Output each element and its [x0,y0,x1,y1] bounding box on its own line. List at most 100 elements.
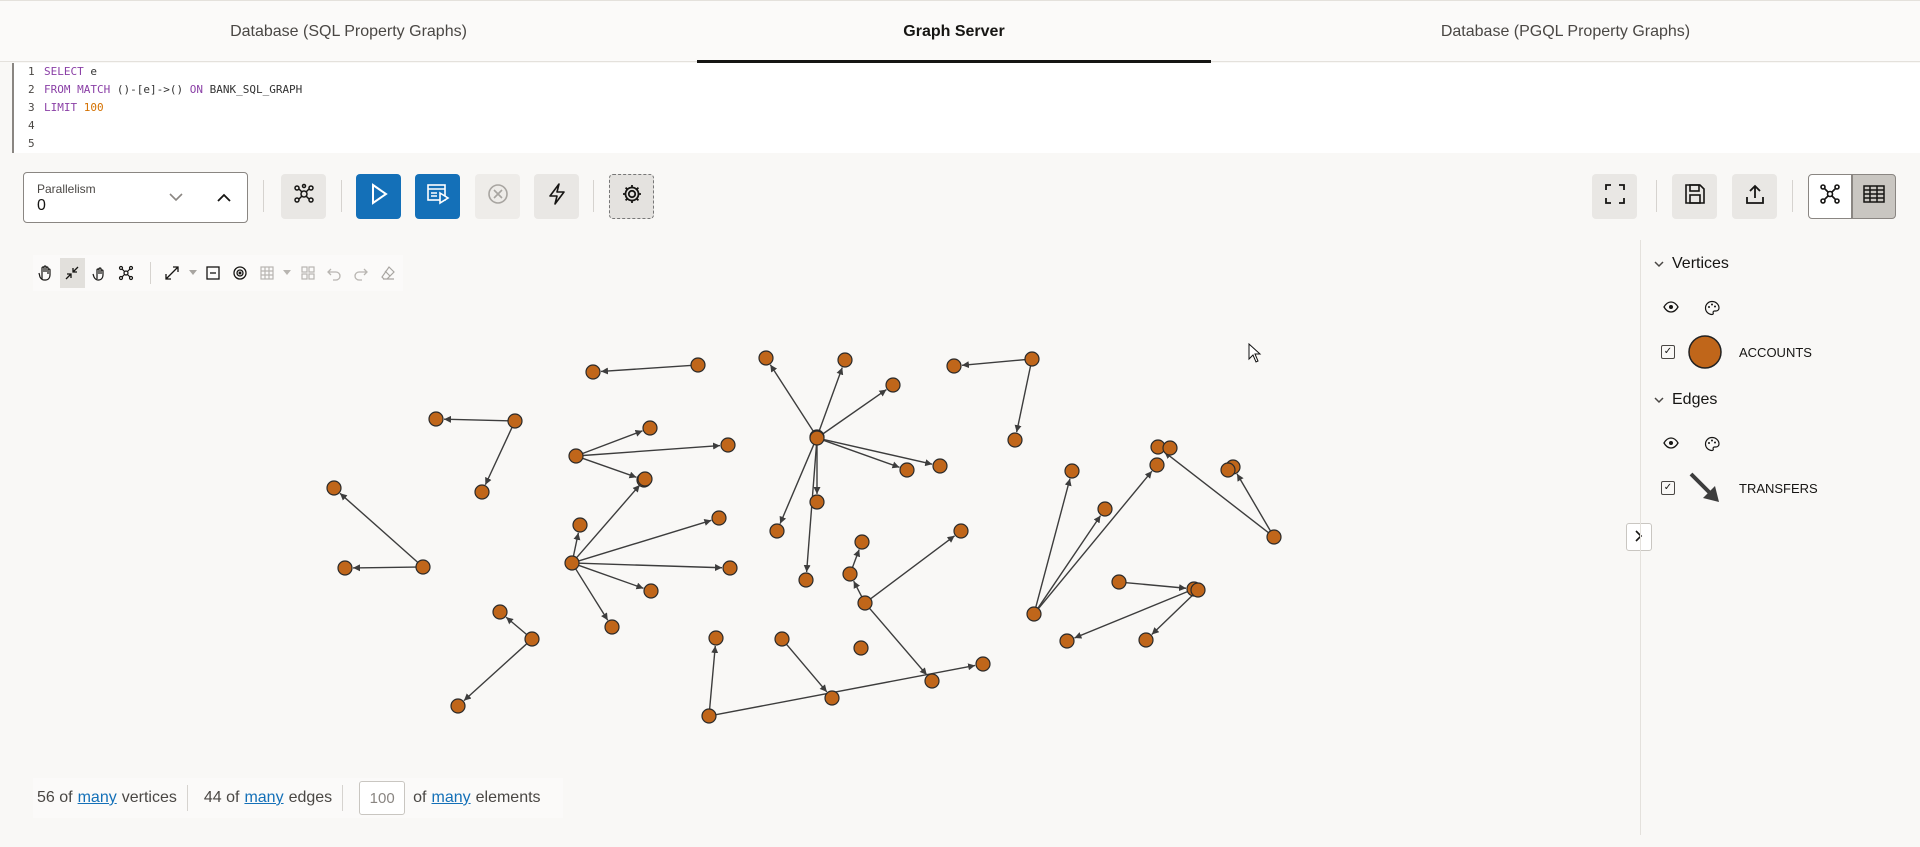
graph-edge[interactable] [572,532,581,557]
graph-vertex[interactable] [1024,351,1040,367]
graph-edge[interactable] [715,663,976,716]
edge-legend-swatch[interactable] [1685,468,1725,508]
graph-vertex[interactable] [769,523,785,539]
run-script-button[interactable] [415,174,460,219]
palette-icon[interactable] [1704,436,1720,457]
vertices-section-header[interactable]: Vertices [1654,255,1729,273]
graph-edge[interactable] [1014,365,1032,433]
vertex-legend-checkbox[interactable]: ✓ [1661,345,1675,359]
edge-legend-checkbox[interactable]: ✓ [1661,481,1675,495]
parallelism-field[interactable]: Parallelism 0 [23,172,248,223]
parallelism-value[interactable]: 0 [37,197,46,215]
graph-vertex[interactable] [722,560,738,576]
eye-icon[interactable] [1663,436,1679,457]
limit-input[interactable]: 100 [359,781,406,815]
quick-run-button[interactable] [534,174,579,219]
graph-vertex[interactable] [1097,501,1113,517]
elements-many-link[interactable]: many [432,789,471,807]
graph-vertex[interactable] [1220,462,1236,478]
graph-edge[interactable] [769,364,814,432]
graph-edge[interactable] [578,519,712,562]
graph-vertex[interactable] [946,358,962,374]
graph-vertex[interactable] [854,534,870,550]
graph-edge[interactable] [961,358,1026,369]
graph-edge[interactable] [578,564,644,590]
edges-many-link[interactable]: many [244,789,283,807]
graph-edge[interactable] [352,564,417,572]
eye-icon[interactable] [1663,300,1679,321]
graph-edge[interactable] [1037,470,1153,610]
graph-vertex[interactable] [708,630,724,646]
graph-edge[interactable] [1125,581,1187,592]
graph-vertex[interactable] [953,523,969,539]
save-button[interactable] [1672,174,1717,219]
graph-vertex[interactable] [711,510,727,526]
graph-edge[interactable] [1035,478,1072,608]
graph-vertex[interactable] [642,420,658,436]
graph-vertex[interactable] [1162,440,1178,456]
graph-vertex[interactable] [415,559,431,575]
fullscreen-button[interactable] [1592,174,1637,219]
graph-vertex[interactable] [326,480,342,496]
graph-vertex[interactable] [720,437,736,453]
graph-vertex[interactable] [1138,632,1154,648]
graph-view-toggle[interactable] [1808,174,1852,219]
graph-vertex[interactable] [1111,574,1127,590]
graph-vertex[interactable] [604,619,620,635]
vertex-legend-swatch[interactable] [1685,332,1725,372]
graph-edge[interactable] [582,457,637,479]
graph-edge[interactable] [851,549,861,568]
graph-vertex[interactable] [774,631,790,647]
graph-vertex[interactable] [492,604,508,620]
graph-vertex[interactable] [568,448,584,464]
query-editor[interactable]: 1 SELECT e 2 FROM MATCH ()-[e]->() ON BANK_… [12,63,1920,153]
graph-vertex[interactable] [643,583,659,599]
graph-edge[interactable] [582,442,721,457]
editor-line[interactable]: 1 SELECT e [14,63,1920,81]
table-view-toggle[interactable] [1852,174,1896,219]
graph-vertex[interactable] [1007,432,1023,448]
edges-section-header[interactable]: Edges [1654,391,1717,409]
graph-edge[interactable] [339,492,419,563]
tab-graph-server[interactable]: Graph Server [697,1,1211,63]
graph-edge[interactable] [785,643,828,693]
editor-line[interactable]: 3 LIMIT 100 [14,99,1920,117]
chevron-down-icon[interactable] [164,185,188,209]
graph-vertex[interactable] [798,572,814,588]
graph-vertex[interactable] [885,377,901,393]
graph-canvas[interactable] [0,240,1640,760]
graph-edge[interactable] [575,568,609,621]
graph-vertex[interactable] [857,595,873,611]
editor-line[interactable]: 5 [14,135,1920,153]
graph-edge[interactable] [578,562,723,572]
graph-edge[interactable] [870,535,956,600]
graph-vertex[interactable] [1266,529,1282,545]
graph-vertex[interactable] [924,673,940,689]
graph-vertex[interactable] [564,555,580,571]
graph-edge[interactable] [779,443,815,524]
vertices-many-link[interactable]: many [78,789,117,807]
graph-edge[interactable] [869,607,928,676]
graph-vertex[interactable] [899,462,915,478]
graph-vertex[interactable] [1149,457,1165,473]
graph-vertex[interactable] [758,350,774,366]
graph-vertex[interactable] [853,640,869,656]
graph-edge[interactable] [484,427,513,486]
settings-button[interactable] [609,174,654,219]
cancel-query-button[interactable] [475,174,520,219]
graph-edge[interactable] [708,645,719,710]
graph-vertex[interactable] [585,364,601,380]
graph-edge[interactable] [443,415,509,423]
graph-edge[interactable] [1236,473,1272,532]
tab-database-sql[interactable]: Database (SQL Property Graphs) [0,1,697,62]
graph-vertex[interactable] [809,494,825,510]
graph-vertex[interactable] [524,631,540,647]
graph-vertex[interactable] [1059,633,1075,649]
graph-edge[interactable] [582,430,643,455]
run-query-button[interactable] [356,174,401,219]
graph-vertex[interactable] [1064,463,1080,479]
graph-vertex[interactable] [572,517,588,533]
graph-vertex[interactable] [337,560,353,576]
graph-vertex[interactable] [701,708,717,724]
graph-edge[interactable] [505,616,528,636]
